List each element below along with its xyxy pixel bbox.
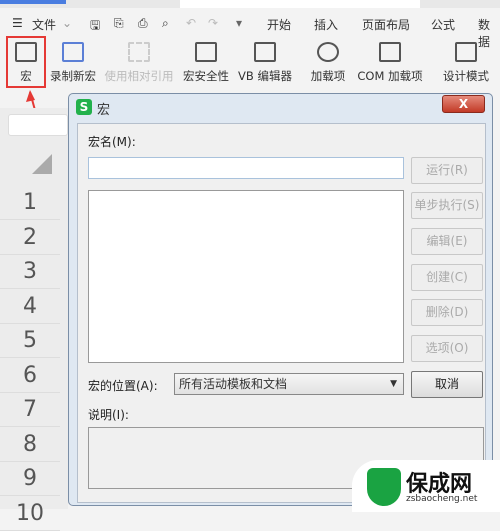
dropdown-arrow-icon: ▼ bbox=[390, 379, 397, 389]
record-macro-icon bbox=[62, 42, 84, 62]
format-painter-icon[interactable]: ⎘ bbox=[114, 16, 124, 31]
row-header[interactable]: 3 bbox=[0, 255, 60, 289]
file-menu[interactable]: 文件 bbox=[32, 16, 56, 33]
name-box[interactable] bbox=[8, 114, 68, 136]
options-button[interactable]: 选项(O) bbox=[411, 335, 483, 362]
dialog-titlebar: S 宏 X bbox=[69, 94, 492, 120]
hamburger-menu-icon[interactable]: ☰ bbox=[12, 16, 23, 30]
dialog-title: 宏 bbox=[97, 103, 111, 118]
more-icon[interactable]: ▾ bbox=[236, 16, 242, 30]
step-into-button[interactable]: 单步执行(S) bbox=[411, 192, 483, 219]
dialog-body: 宏名(M): 运行(R) 单步执行(S) 编辑(E) 创建(C) 删除(D) 选… bbox=[77, 123, 486, 503]
window-tab-strip bbox=[0, 0, 500, 8]
description-label: 说明(I): bbox=[88, 408, 129, 422]
menu-bar: ☰ 文件 ⌄ 🖫 ⎘ ⎙ ⌕ ↶ ↷ ▾ 开始 插入 页面布局 公式 数据 bbox=[0, 10, 500, 49]
redo-icon[interactable]: ↷ bbox=[208, 16, 218, 30]
location-select[interactable]: 所有活动模板和文档 ▼ bbox=[174, 373, 404, 395]
design-mode-button[interactable]: 设计模式 bbox=[440, 42, 492, 84]
vb-editor-icon bbox=[254, 42, 276, 62]
edit-button[interactable]: 编辑(E) bbox=[411, 228, 483, 255]
wps-logo-icon: S bbox=[76, 99, 92, 115]
relative-reference-button[interactable]: 使用相对引用 bbox=[104, 42, 174, 84]
save-icon[interactable]: 🖫 bbox=[90, 16, 100, 37]
row-header[interactable]: 1 bbox=[0, 186, 60, 220]
addins-button[interactable]: 加载项 bbox=[308, 42, 348, 84]
tab-formulas[interactable]: 公式 bbox=[431, 16, 455, 33]
macro-security-icon bbox=[195, 42, 217, 62]
ribbon: 宏 录制新宏 使用相对引用 宏安全性 VB 编辑器 加载项 COM 加载项 设计… bbox=[0, 36, 500, 94]
print-preview-icon[interactable]: ⌕ bbox=[162, 16, 169, 31]
location-label: 宏的位置(A): bbox=[88, 379, 158, 393]
row-header[interactable]: 7 bbox=[0, 393, 60, 427]
create-button[interactable]: 创建(C) bbox=[411, 264, 483, 291]
row-header[interactable]: 2 bbox=[0, 221, 60, 255]
row-header[interactable]: 5 bbox=[0, 324, 60, 358]
row-header[interactable]: 4 bbox=[0, 290, 60, 324]
design-mode-icon bbox=[455, 42, 477, 62]
record-macro-button[interactable]: 录制新宏 bbox=[48, 42, 98, 84]
cancel-button[interactable]: 取消 bbox=[411, 371, 483, 398]
row-header[interactable]: 8 bbox=[0, 428, 60, 462]
close-button[interactable]: X bbox=[442, 95, 485, 113]
macro-name-input[interactable] bbox=[88, 157, 404, 179]
tab-home[interactable]: 开始 bbox=[267, 16, 291, 33]
com-addins-button[interactable]: COM 加载项 bbox=[354, 42, 426, 84]
run-button[interactable]: 运行(R) bbox=[411, 157, 483, 184]
shield-logo-icon bbox=[367, 468, 401, 506]
com-addins-icon bbox=[379, 42, 401, 62]
undo-icon[interactable]: ↶ bbox=[186, 16, 196, 30]
tab-insert[interactable]: 插入 bbox=[314, 16, 338, 33]
print-icon[interactable]: ⎙ bbox=[138, 16, 148, 31]
macro-security-button[interactable]: 宏安全性 bbox=[180, 42, 232, 84]
tab-page-layout[interactable]: 页面布局 bbox=[362, 16, 410, 33]
vb-editor-button[interactable]: VB 编辑器 bbox=[236, 42, 294, 84]
watermark: 保成网 zsbaocheng.net bbox=[352, 460, 500, 512]
macro-name-label: 宏名(M): bbox=[88, 135, 136, 149]
addins-icon bbox=[317, 42, 339, 62]
highlight-box bbox=[6, 36, 46, 88]
row-header[interactable]: 6 bbox=[0, 359, 60, 393]
row-header[interactable]: 9 bbox=[0, 462, 60, 496]
relative-reference-icon bbox=[128, 42, 150, 62]
macro-list[interactable] bbox=[88, 190, 404, 363]
chevron-down-icon[interactable]: ⌄ bbox=[62, 16, 72, 30]
select-all-corner[interactable] bbox=[30, 152, 54, 176]
macro-dialog: S 宏 X 宏名(M): 运行(R) 单步执行(S) 编辑(E) 创建(C) 删… bbox=[68, 93, 493, 506]
delete-button[interactable]: 删除(D) bbox=[411, 299, 483, 326]
row-header[interactable]: 10 bbox=[0, 497, 60, 531]
